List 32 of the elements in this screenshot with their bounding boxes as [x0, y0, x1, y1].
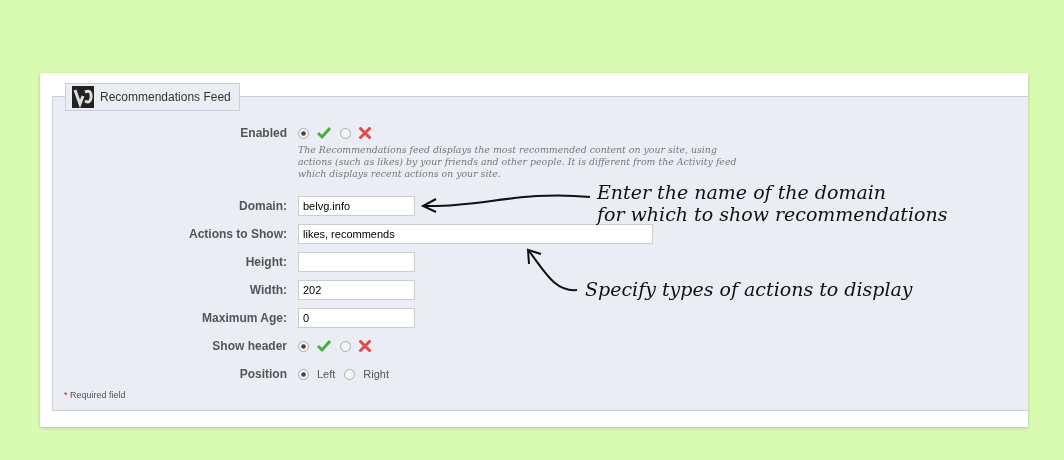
- radio-button[interactable]: [298, 340, 309, 352]
- field-label: Maximum Age:: [202, 310, 287, 327]
- logo-icon: [72, 86, 94, 108]
- field-description: The Recommendations feed displays the most recommended content on your site, using actions (such as likes) by your friends and other people. It is different from the Activity feed which displays recent actions on your site.: [298, 144, 738, 180]
- field-label: Enabled: [240, 125, 287, 142]
- legend-title: Recommendations Feed: [100, 90, 231, 104]
- cross-icon: [359, 127, 371, 139]
- annotation-text: Specify types of actions to display: [585, 278, 913, 300]
- field-label: Domain:: [239, 198, 287, 215]
- radio-button[interactable]: [298, 127, 309, 139]
- arrow: [526, 248, 578, 292]
- input-field[interactable]: likes, recommends: [298, 224, 653, 244]
- field-label: Position: [239, 366, 287, 383]
- radio-button[interactable]: [298, 368, 309, 380]
- radio-button[interactable]: [340, 340, 351, 352]
- checkmark-icon: [317, 127, 331, 139]
- required-note: * Required field: [64, 390, 126, 400]
- annotation-text: Enter the name of the domain for which to show recommendations: [597, 181, 948, 225]
- field-label: Show header: [212, 338, 287, 355]
- input-field[interactable]: 0: [298, 308, 415, 328]
- input-field[interactable]: belvg.info: [298, 196, 415, 216]
- input-field[interactable]: 202: [298, 280, 415, 300]
- radio-button[interactable]: [340, 127, 351, 139]
- checkmark-icon: [317, 340, 331, 352]
- field-label: Height:: [245, 254, 287, 271]
- field-label: Width:: [249, 282, 287, 299]
- option-label: Left: [317, 368, 336, 380]
- cross-icon: [359, 340, 371, 352]
- option-label: Right: [363, 368, 390, 380]
- input-field[interactable]: [298, 252, 415, 272]
- radio-button[interactable]: [344, 368, 356, 380]
- field-label: Actions to Show:: [189, 226, 287, 243]
